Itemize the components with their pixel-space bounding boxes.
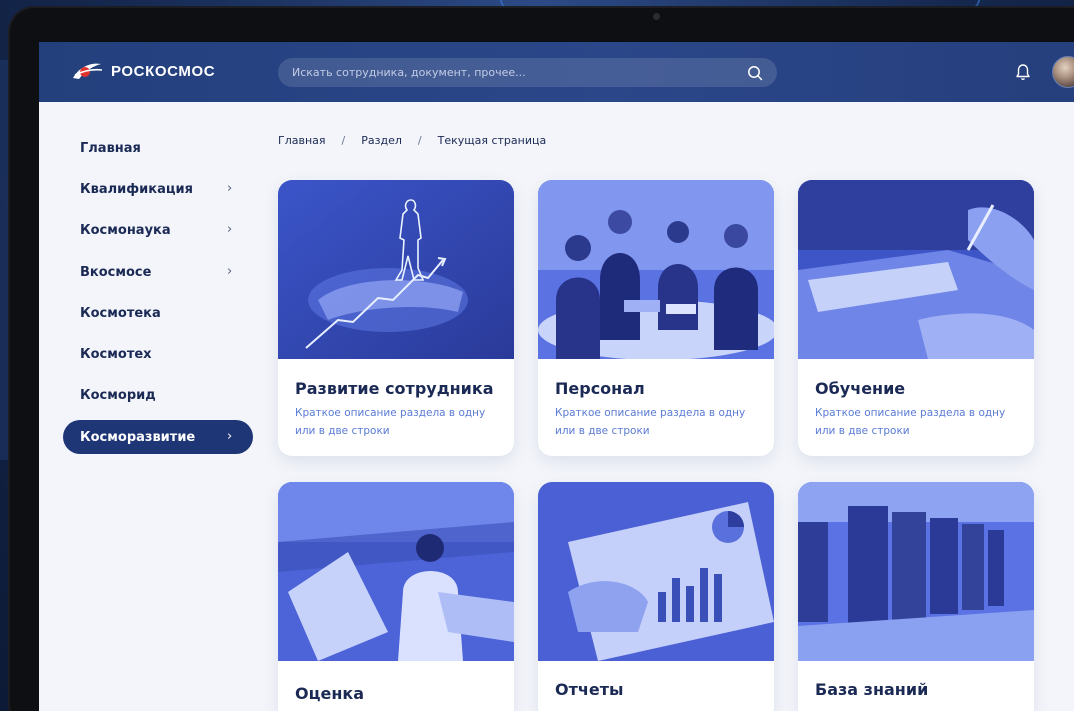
card-knowledge-base[interactable]: База знаний [798, 482, 1034, 711]
card-description: Краткое описание раздела в одну или в дв… [555, 407, 746, 437]
brand-logo[interactable]: РОСКОСМОС [71, 61, 215, 81]
card-image [798, 180, 1034, 359]
search-input[interactable] [292, 66, 747, 79]
card-title: База знаний [815, 680, 929, 699]
sidebar-item-label: Вкосмосе [80, 264, 152, 280]
card-image [278, 482, 514, 661]
reports-chart-icon [538, 482, 774, 661]
evaluation-icon [278, 482, 514, 661]
background-shape [0, 60, 10, 460]
roscosmos-logo-icon [73, 63, 103, 79]
breadcrumb-link-main[interactable]: Главная [278, 134, 326, 147]
breadcrumb-link-section[interactable]: Раздел [361, 134, 402, 147]
card-employee-development[interactable]: Развитие сотрудника Краткое описание раз… [278, 180, 514, 456]
sidebar-item-inspace[interactable]: Вкосмосе › [63, 252, 253, 293]
growth-hand-icon [278, 180, 514, 359]
sidebar-item-label: Космонаука [80, 223, 171, 239]
sidebar-item-cosmotech[interactable]: Космотех [63, 334, 253, 375]
sidebar-item-cosmodevelopment[interactable]: Косморазвитие › [63, 420, 253, 455]
card-image [538, 180, 774, 359]
sidebar-item-label: Косморазвитие [80, 429, 196, 445]
search-icon[interactable] [747, 65, 763, 81]
sidebar-item-label: Косморид [80, 388, 156, 404]
server-racks-icon [798, 482, 1034, 661]
chevron-right-icon: › [227, 181, 233, 197]
sidebar-item-label: Главная [80, 141, 141, 157]
brand-name: РОСКОСМОС [111, 62, 216, 80]
card-training[interactable]: Обучение Краткое описание раздела в одну… [798, 180, 1034, 456]
card-title: Развитие сотрудника [295, 379, 494, 398]
sidebar-nav: Главная Квалификация › Космонаука › Вкос… [63, 128, 253, 455]
card-image [798, 482, 1034, 661]
search-bar [278, 58, 777, 87]
webcam-icon [653, 13, 660, 20]
card-title: Персонал [555, 379, 645, 398]
sidebar-item-cosmorid[interactable]: Косморид [63, 375, 253, 416]
sidebar-item-cosmoteka[interactable]: Космотека [63, 293, 253, 334]
sidebar-item-cosmoscience[interactable]: Космонаука › [63, 210, 253, 251]
chevron-right-icon: › [227, 429, 233, 445]
card-image [538, 482, 774, 661]
breadcrumb-separator: / [341, 134, 346, 147]
app-screen: РОСКОСМОС Главная Квалификация › Космона… [39, 42, 1074, 711]
chevron-right-icon: › [227, 263, 233, 279]
card-title: Обучение [815, 379, 906, 398]
card-personnel[interactable]: Персонал Краткое описание раздела в одну… [538, 180, 774, 456]
top-header: РОСКОСМОС [39, 42, 1074, 102]
writing-notes-icon [798, 180, 1034, 359]
sidebar-item-label: Квалификация [80, 182, 193, 198]
sidebar-item-main[interactable]: Главная [63, 128, 253, 169]
sidebar-item-qualification[interactable]: Квалификация › [63, 169, 253, 210]
breadcrumb-separator: / [417, 134, 422, 147]
team-meeting-icon [538, 180, 774, 359]
chevron-right-icon: › [227, 222, 233, 238]
bell-icon[interactable] [1015, 63, 1031, 81]
card-image [278, 180, 514, 359]
card-reports[interactable]: Отчеты [538, 482, 774, 711]
card-description: Краткое описание раздела в одну или в дв… [295, 407, 486, 437]
sidebar-item-label: Космотека [80, 305, 161, 321]
sidebar-item-label: Космотех [80, 347, 152, 363]
card-description: Краткое описание раздела в одну или в дв… [815, 407, 1006, 437]
breadcrumb-current-page: Текущая страница [437, 134, 547, 147]
card-title: Отчеты [555, 680, 624, 699]
card-evaluation[interactable]: Оценка [278, 482, 514, 711]
user-avatar[interactable] [1052, 56, 1074, 88]
breadcrumb: Главная / Раздел / Текущая страница [278, 134, 546, 147]
card-title: Оценка [295, 684, 365, 703]
